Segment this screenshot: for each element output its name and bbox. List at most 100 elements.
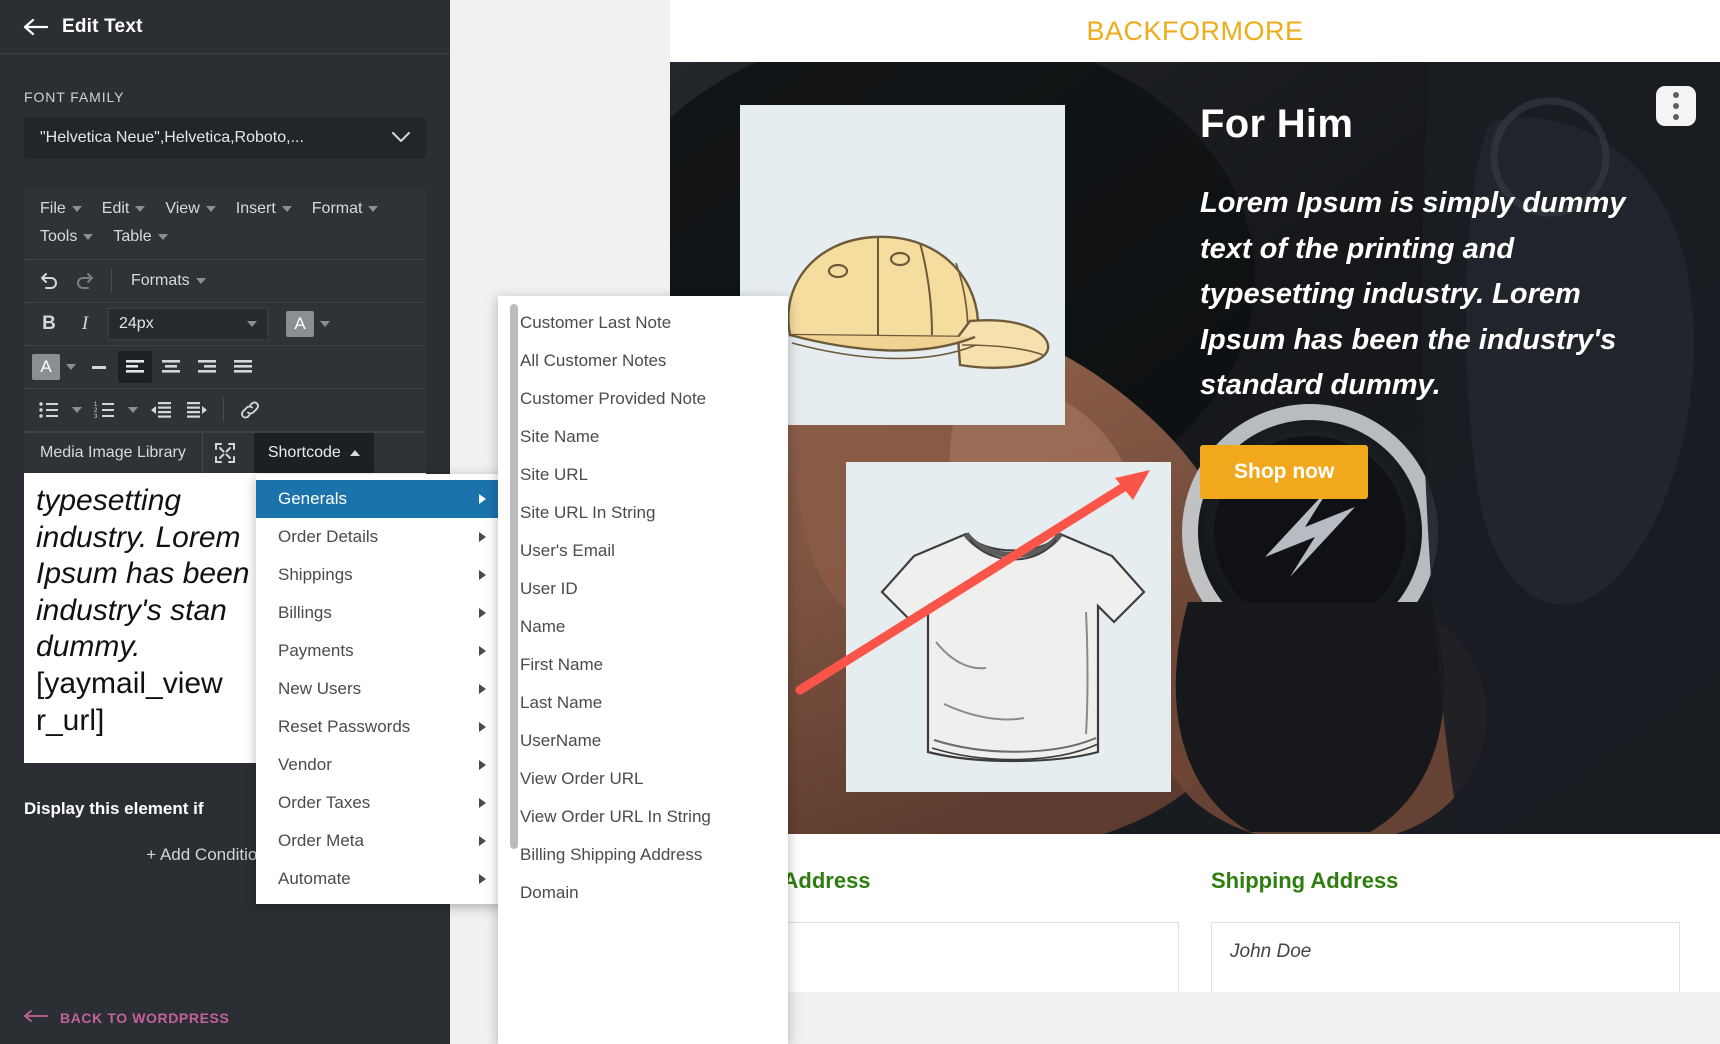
menu-tools-label: Tools [40, 228, 78, 245]
media-image-library-button[interactable]: Media Image Library [24, 433, 202, 473]
caret-down-icon [195, 278, 206, 284]
text-color-caret-icon[interactable] [316, 309, 334, 339]
submenu-item-last-name[interactable]: Last Name [498, 684, 788, 722]
bold-icon[interactable]: B [32, 308, 66, 340]
shortcode-category-menu: Generals Order Details Shippings Billing… [256, 474, 504, 904]
numbered-list-caret-icon[interactable] [124, 395, 142, 425]
product-image-cap[interactable] [740, 105, 1065, 425]
hero-section: For Him Lorem Ipsum is simply dummy text… [670, 62, 1720, 834]
menu-file[interactable]: File [30, 195, 92, 223]
menu-edit[interactable]: Edit [92, 195, 156, 223]
menu-table[interactable]: Table [103, 223, 177, 251]
submenu-item-all-customer-notes[interactable]: All Customer Notes [498, 342, 788, 380]
align-left-icon[interactable] [118, 351, 152, 383]
bullet-list-icon[interactable] [32, 394, 66, 426]
menu-item-order-taxes[interactable]: Order Taxes [256, 784, 504, 822]
submenu-item-user-id[interactable]: User ID [498, 570, 788, 608]
submenu-item-label: All Customer Notes [520, 351, 667, 370]
submenu-item-name[interactable]: Name [498, 608, 788, 646]
menu-item-label: Reset Passwords [278, 717, 411, 736]
submenu-item-billing-shipping-address[interactable]: Billing Shipping Address [498, 836, 788, 874]
numbered-list-icon[interactable]: 123 [88, 394, 122, 426]
font-family-select[interactable]: "Helvetica Neue",Helvetica,Roboto,... [24, 117, 426, 159]
submenu-item-label: User's Email [520, 541, 615, 560]
menu-item-generals[interactable]: Generals [256, 480, 504, 518]
formats-dropdown[interactable]: Formats [121, 267, 216, 295]
chevron-right-icon [479, 646, 486, 656]
background-color-icon[interactable]: A [32, 354, 60, 380]
shortcode-button[interactable]: Shortcode [253, 433, 374, 473]
menu-item-shippings[interactable]: Shippings [256, 556, 504, 594]
submenu-item-view-order-url[interactable]: View Order URL [498, 760, 788, 798]
menu-edit-label: Edit [101, 200, 130, 217]
caret-up-icon [349, 450, 360, 456]
menu-insert[interactable]: Insert [226, 195, 302, 223]
media-image-library-label: Media Image Library [40, 444, 186, 461]
menu-item-order-meta[interactable]: Order Meta [256, 822, 504, 860]
redo-icon[interactable] [68, 265, 102, 297]
three-dots-vertical-icon [1673, 92, 1679, 98]
font-family-label: FONT FAMILY [24, 89, 125, 105]
shortcode-label: Shortcode [267, 444, 341, 461]
menu-item-reset-passwords[interactable]: Reset Passwords [256, 708, 504, 746]
submenu-item-site-name[interactable]: Site Name [498, 418, 788, 456]
align-right-icon[interactable] [190, 351, 224, 383]
indent-icon[interactable] [180, 394, 214, 426]
link-icon[interactable] [233, 394, 267, 426]
toolbar-row-text: B I 24px A [24, 303, 426, 346]
caret-down-icon [135, 206, 146, 212]
font-size-value: 24px [119, 315, 154, 332]
submenu-scrollbar-thumb[interactable] [510, 304, 518, 849]
undo-icon[interactable] [32, 265, 66, 297]
menu-format[interactable]: Format [302, 195, 389, 223]
back-to-wordpress-link[interactable]: BACK TO WORDPRESS [24, 1009, 229, 1026]
align-center-icon[interactable] [154, 351, 188, 383]
submenu-item-domain[interactable]: Domain [498, 874, 788, 912]
submenu-item-site-url[interactable]: Site URL [498, 456, 788, 494]
font-size-select[interactable]: 24px [108, 308, 268, 340]
menu-item-label: Vendor [278, 755, 332, 774]
caret-down-icon [368, 206, 379, 212]
hero-body-copy[interactable]: Lorem Ipsum is simply dummy text of the … [1200, 181, 1670, 409]
submenu-item-view-order-url-in-string[interactable]: View Order URL In String [498, 798, 788, 836]
menu-view[interactable]: View [155, 195, 225, 223]
fullscreen-icon[interactable] [201, 433, 248, 473]
menu-item-vendor[interactable]: Vendor [256, 746, 504, 784]
horizontal-rule-icon[interactable] [82, 351, 116, 383]
outdent-icon[interactable] [144, 394, 178, 426]
chevron-right-icon [479, 608, 486, 618]
shipping-address-heading: Shipping Address [1211, 868, 1399, 893]
shop-now-button[interactable]: Shop now [1200, 444, 1369, 499]
submenu-item-username[interactable]: UserName [498, 722, 788, 760]
menu-item-label: Billings [278, 603, 332, 622]
menu-item-new-users[interactable]: New Users [256, 670, 504, 708]
background-color-caret-icon[interactable] [62, 352, 80, 382]
submenu-item-label: View Order URL In String [520, 807, 711, 826]
submenu-item-users-email[interactable]: User's Email [498, 532, 788, 570]
product-image-tshirt[interactable] [846, 462, 1171, 792]
italic-icon[interactable]: I [68, 308, 102, 340]
submenu-item-customer-last-note[interactable]: Customer Last Note [498, 304, 788, 342]
submenu-item-label: Last Name [520, 693, 603, 712]
menu-item-automate[interactable]: Automate [256, 860, 504, 898]
submenu-scrollbar[interactable] [508, 304, 518, 1036]
menu-item-billings[interactable]: Billings [256, 594, 504, 632]
arrow-left-icon [24, 1009, 48, 1026]
bullet-list-caret-icon[interactable] [68, 395, 86, 425]
menu-item-label: Order Meta [278, 831, 364, 850]
align-justify-icon[interactable] [226, 351, 260, 383]
submenu-item-site-url-in-string[interactable]: Site URL In String [498, 494, 788, 532]
menu-tools[interactable]: Tools [30, 223, 103, 251]
chevron-right-icon [479, 760, 486, 770]
menu-item-payments[interactable]: Payments [256, 632, 504, 670]
menu-item-order-details[interactable]: Order Details [256, 518, 504, 556]
toolbar-row-lists: 123 [24, 389, 426, 432]
menu-table-label: Table [113, 228, 152, 245]
text-color-icon[interactable]: A [286, 311, 314, 337]
submenu-item-label: UserName [520, 731, 602, 750]
caret-down-icon [71, 206, 82, 212]
submenu-item-first-name[interactable]: First Name [498, 646, 788, 684]
shipping-address-value: John Doe [1211, 922, 1680, 992]
submenu-item-customer-provided-note[interactable]: Customer Provided Note [498, 380, 788, 418]
back-arrow-icon[interactable] [22, 16, 48, 38]
